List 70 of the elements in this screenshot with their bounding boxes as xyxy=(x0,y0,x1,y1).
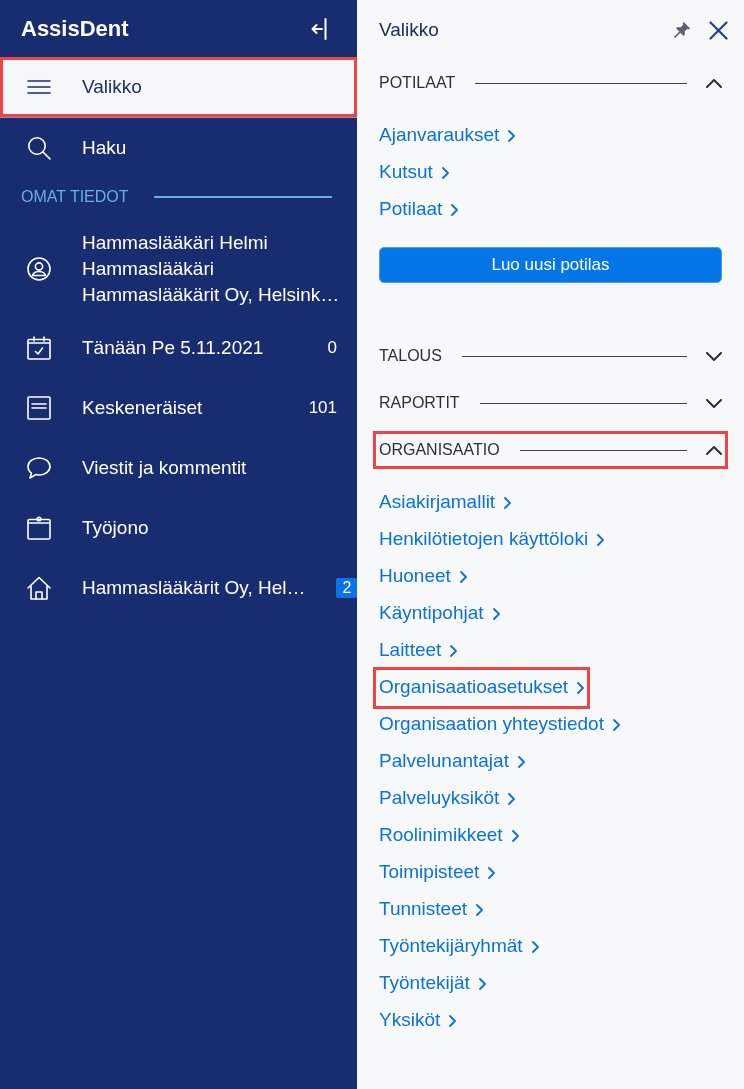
menu-link[interactable]: Toimipisteet xyxy=(379,858,496,887)
menu-icon xyxy=(27,80,51,94)
chevron-right-icon xyxy=(476,903,483,916)
chevron-right-icon xyxy=(478,977,486,990)
item-count: 0 xyxy=(327,337,337,360)
chevron-right-icon xyxy=(459,570,467,583)
sidebar-item[interactable]: Haku xyxy=(0,118,357,178)
menu-link[interactable]: Potilaat xyxy=(379,195,459,224)
chevron-right-icon xyxy=(508,792,516,805)
pin-icon[interactable] xyxy=(673,21,691,39)
sidebar-item[interactable]: Tänään Pe 5.11.2021 0 xyxy=(0,318,357,378)
chevron-up-icon xyxy=(706,78,722,88)
new-patient-button[interactable]: Luo uusi potilas xyxy=(379,247,722,283)
menu-link[interactable]: Roolinimikkeet xyxy=(379,821,519,850)
sidebar-item[interactable]: Viestit ja kommentit xyxy=(0,438,357,498)
chat-bubble-icon xyxy=(27,456,51,480)
section-toggle[interactable]: TALOUS xyxy=(379,337,722,375)
collapse-sidebar-icon[interactable] xyxy=(311,17,327,40)
chevron-right-icon xyxy=(531,940,539,953)
chevron-right-icon xyxy=(597,533,605,546)
chevron-right-icon xyxy=(449,1014,457,1027)
menu-link[interactable]: Tunnisteet xyxy=(379,895,483,924)
menu-link[interactable]: Käyntipohjat xyxy=(379,599,500,628)
chevron-right-icon xyxy=(450,644,458,657)
chevron-right-icon xyxy=(612,718,620,731)
app-title: AssisDent xyxy=(21,15,129,43)
close-icon[interactable] xyxy=(709,20,728,40)
count-badge: 2 xyxy=(336,578,358,598)
chevron-right-icon xyxy=(511,829,519,842)
panel-title: Valikko xyxy=(379,17,439,42)
menu-link[interactable]: Palveluyksiköt xyxy=(379,784,516,813)
clipboard-icon xyxy=(27,516,51,540)
menu-link[interactable]: Työntekijät xyxy=(379,969,486,998)
calendar-check-icon xyxy=(27,336,51,360)
chevron-right-icon xyxy=(441,166,449,179)
menu-link[interactable]: Laitteet xyxy=(379,636,458,665)
sidebar-item[interactable]: Valikko xyxy=(0,57,357,117)
menu-link[interactable]: Henkilötietojen käyttöloki xyxy=(379,525,605,554)
section-toggle[interactable]: ORGANISAATIO xyxy=(373,431,728,469)
menu-link[interactable]: Työntekijäryhmät xyxy=(379,932,539,961)
sidebar-item[interactable]: Työjono xyxy=(0,498,357,558)
chevron-down-icon xyxy=(706,351,722,361)
chevron-right-icon xyxy=(577,681,585,694)
chevron-right-icon xyxy=(517,755,525,768)
chevron-right-icon xyxy=(451,203,459,216)
menu-link[interactable]: Yksiköt xyxy=(379,1006,457,1035)
document-icon xyxy=(27,396,51,420)
chevron-right-icon xyxy=(504,496,512,509)
menu-link[interactable]: Palvelunantajat xyxy=(379,747,525,776)
item-count: 101 xyxy=(308,397,337,420)
user-circle-icon xyxy=(27,257,51,281)
section-toggle[interactable]: RAPORTIT xyxy=(379,384,722,422)
menu-link[interactable]: Organisaatioasetukset xyxy=(373,666,591,709)
section-label: OMAT TIEDOT xyxy=(21,187,129,207)
menu-link[interactable]: Ajanvaraukset xyxy=(379,121,516,150)
profile-item[interactable]: Hammaslääkäri Helmi Hammaslääkäri Hammaslääkärit Oy, Helsink… xyxy=(0,216,357,318)
sidebar-item[interactable]: Hammaslääkärit Oy, Hel… 2 xyxy=(0,558,357,618)
menu-link[interactable]: Organisaation yhteystiedot xyxy=(379,710,620,739)
chevron-right-icon xyxy=(488,866,496,879)
menu-link[interactable]: Huoneet xyxy=(379,562,467,591)
home-icon xyxy=(27,576,51,600)
sidebar-item[interactable]: Keskeneräiset 101 xyxy=(0,378,357,438)
chevron-right-icon xyxy=(492,607,500,620)
menu-link[interactable]: Asiakirjamallit xyxy=(379,488,512,517)
chevron-right-icon xyxy=(508,129,516,142)
chevron-down-icon xyxy=(706,398,722,408)
section-toggle[interactable]: POTILAAT xyxy=(379,64,722,102)
search-icon xyxy=(27,136,51,160)
menu-link[interactable]: Kutsut xyxy=(379,158,449,187)
chevron-up-icon xyxy=(706,445,722,455)
